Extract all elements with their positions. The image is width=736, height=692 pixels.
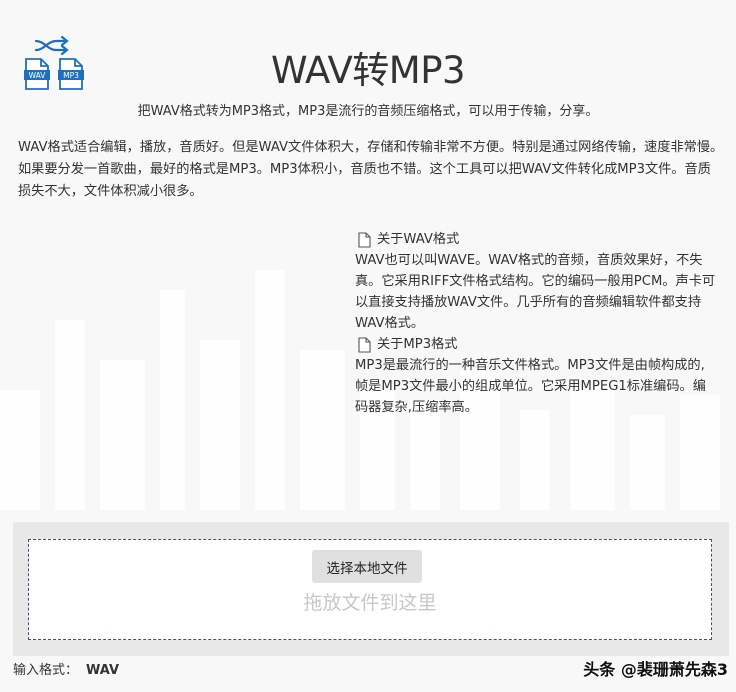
wav-info-title: 关于WAV格式 [377, 232, 460, 247]
document-icon [358, 336, 371, 353]
mp3-info-title: 关于MP3格式 [377, 337, 458, 352]
choose-local-file-button[interactable]: 选择本地文件 [312, 550, 422, 583]
input-format-label: 输入格式： [13, 663, 79, 678]
drop-hint: 拖放文件到这里 [303, 592, 437, 614]
wav-info-heading: 关于WAV格式 [355, 229, 717, 250]
format-info: 关于WAV格式 WAV也可以叫WAVE。WAV格式的音频，音质效果好，不失真。它… [355, 229, 717, 418]
input-format-value: WAV [86, 663, 120, 678]
drop-zone[interactable]: 选择本地文件 拖放文件到这里 [28, 539, 712, 640]
wav-info-body: WAV也可以叫WAVE。WAV格式的音频，音质效果好，不失真。它采用RIFF文件… [355, 253, 716, 331]
upload-panel: 选择本地文件 拖放文件到这里 [13, 522, 729, 656]
document-icon [358, 231, 371, 248]
input-format: 输入格式： WAV [13, 659, 119, 678]
watermark: 头条 @裴珊萧先森3 [583, 660, 728, 679]
mp3-info-heading: 关于MP3格式 [355, 334, 717, 355]
mp3-info-body: MP3是最流行的一种音乐文件格式。MP3文件是由帧构成的,帧是MP3文件最小的组… [355, 358, 706, 415]
page-title: WAV转MP3 [270, 49, 466, 92]
page-subtitle: 把WAV格式转为MP3格式，MP3是流行的音频压缩格式，可以用于传输，分享。 [137, 104, 599, 119]
intro-paragraph: WAV格式适合编辑，播放，音质好。但是WAV文件体积大，存储和传输非常不方便。特… [18, 140, 724, 199]
